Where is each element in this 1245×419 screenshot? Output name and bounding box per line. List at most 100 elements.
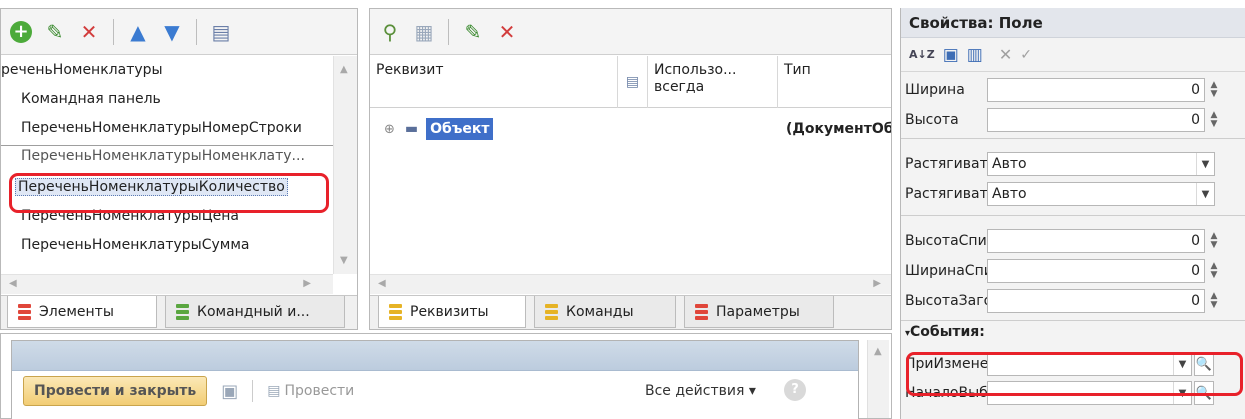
spinner-icon[interactable]: ▲ ▼ [1205,78,1223,102]
tab-command-interface[interactable]: Командный и... [165,296,345,328]
tree-item[interactable]: ПереченьНоменклатурыСумма [1,231,333,260]
table-icon[interactable]: ▦ [410,18,438,46]
dropdown-arrow-icon[interactable]: ▼ [1196,153,1214,175]
tree-item-label: Командная панель [21,91,161,107]
column-header[interactable]: Реквизит [370,56,618,108]
column-label: Реквизит [376,62,444,78]
form-preview-titlebar [12,341,858,371]
spinner-icon[interactable]: ▲ ▼ [1205,259,1223,283]
select-value: Авто [992,186,1027,202]
property-row: Ширина 0 ▲ ▼ [901,75,1245,105]
spinner-icon[interactable]: ▲ ▼ [1205,229,1223,253]
toolbar-separator [196,18,197,45]
table-row[interactable]: ⊕ ▬ Объект (ДокументОб [370,114,891,144]
elements-tabs: Элементы Командный и... [1,295,357,329]
horizontal-scrollbar[interactable]: ◀ ▶ [370,274,891,294]
form-icon[interactable]: ▤ [207,18,235,46]
spinner-icon[interactable]: ▲ ▼ [1205,108,1223,132]
check-icon[interactable]: ✓ [1020,47,1032,63]
dropdown-arrow-icon[interactable]: ▼ [1196,183,1214,205]
scroll-down-icon[interactable]: ▼ [340,255,348,266]
tree-item-label: ПереченьНоменклатурыНомерСтроки [21,120,302,136]
move-down-icon[interactable]: ▼ [158,18,186,46]
categories-icon[interactable]: ▣ [943,45,959,65]
elements-tree[interactable]: реченьНоменклатуры Командная панель Пере… [1,56,333,274]
elements-toolbar: + ✎ ✕ ▲ ▼ ▤ [1,9,357,55]
properties-group-list: ВысотаСписк 0 ▲▼ ШиринаСписк 0 ▲▼ Высота… [901,216,1245,321]
scroll-up-icon[interactable]: ▲ [874,346,882,357]
sort-alpha-icon[interactable]: A↓Z [909,48,935,61]
property-input[interactable]: 0 [987,289,1205,313]
list-icon [176,303,189,320]
property-input[interactable]: 0 [987,78,1205,102]
select-value: Авто [992,156,1027,172]
attribute-type: (ДокументОб [786,121,891,137]
highlight-frame [906,352,1243,396]
property-input[interactable]: 0 [987,229,1205,253]
list-icon [695,303,708,320]
property-row: ВысотаСписк 0 ▲▼ [901,226,1245,256]
attributes-grid-header: Реквизит ▤ Использо... всегда Тип [370,56,891,108]
clear-icon[interactable]: ✕ [999,45,1012,64]
tree-item[interactable]: Командная панель [1,85,333,114]
properties-group-size: Ширина 0 ▲ ▼ Высота 0 ▲ ▼ [901,72,1245,139]
help-icon[interactable]: ? [784,379,806,401]
tab-label: Реквизиты [410,303,489,320]
form-command-bar: Провести и закрыть ▣ ▤ Провести [23,376,354,406]
filter-icon[interactable]: ▥ [967,45,983,65]
attributes-toolbar: ⚲ ▦ ✎ ✕ [370,9,891,55]
expand-icon[interactable]: ⊕ [384,122,395,137]
property-label: Ширина [905,82,965,98]
events-title-label: События: [910,324,985,340]
tab-label: Командный и... [197,303,310,320]
property-row: ШиринаСписк 0 ▲▼ [901,256,1245,286]
move-up-icon[interactable]: ▲ [124,18,152,46]
tab-label: Параметры [716,303,800,320]
tab-parameters[interactable]: Параметры [684,296,834,328]
scroll-up-icon[interactable]: ▲ [340,64,348,75]
property-row: ВысотаЗагол 0 ▲▼ [901,286,1245,316]
column-header[interactable]: Тип [778,56,892,108]
property-input[interactable]: 0 [987,259,1205,283]
delete-icon[interactable]: ✕ [75,18,103,46]
tab-label: Команды [566,303,634,320]
scroll-right-icon[interactable]: ▶ [873,278,881,289]
toolbar-separator [448,18,449,45]
add-icon[interactable]: + [7,18,35,46]
tree-item-label: ПереченьНоменклатурыСумма [21,237,250,253]
delete-icon[interactable]: ✕ [493,18,521,46]
vertical-scrollbar[interactable]: ▲ [867,340,889,418]
tab-attributes[interactable]: Реквизиты [378,296,526,328]
edit-icon[interactable]: ✎ [41,18,69,46]
tree-item[interactable]: ПереченьНоменклатурыНоменклату... [1,145,333,165]
edit-icon[interactable]: ✎ [459,18,487,46]
tree-item[interactable]: реченьНоменклатуры [1,56,333,85]
post-and-close-button[interactable]: Провести и закрыть [23,376,208,406]
save-icon[interactable]: ▣ [221,381,238,402]
scroll-right-icon[interactable]: ▶ [303,278,311,289]
tab-elements[interactable]: Элементы [7,296,157,328]
events-title[interactable]: ▾События: [901,321,1245,343]
toolbar-separator [252,380,254,402]
column-header[interactable]: ▤ [618,56,648,108]
property-row: Высота 0 ▲ ▼ [901,105,1245,135]
spinner-icon[interactable]: ▲ ▼ [1205,289,1223,313]
all-actions-menu[interactable]: Все действия ▾ [645,383,756,399]
post-button-label: Провести [284,383,355,399]
column-header[interactable]: Использо... всегда [648,56,778,108]
vertical-scrollbar[interactable]: ▲ ▼ [333,56,357,274]
attributes-tabs: Реквизиты Команды Параметры [370,295,891,329]
post-button[interactable]: ▤ Провести [267,383,354,399]
attribute-name: Объект [426,118,494,140]
add-attribute-icon[interactable]: ⚲ [376,18,404,46]
scroll-left-icon[interactable]: ◀ [378,278,386,289]
property-label: ВысотаЗагол [905,293,987,309]
tree-item[interactable]: ПереченьНоменклатурыНомерСтроки [1,114,333,143]
tab-commands[interactable]: Команды [534,296,676,328]
horizontal-scrollbar[interactable]: ◀ ▶ [1,274,333,294]
property-select[interactable]: Авто ▼ [987,152,1215,176]
property-input[interactable]: 0 [987,108,1205,132]
scroll-left-icon[interactable]: ◀ [9,278,17,289]
grid-icon: ▤ [625,73,640,90]
property-select[interactable]: Авто ▼ [987,182,1215,206]
